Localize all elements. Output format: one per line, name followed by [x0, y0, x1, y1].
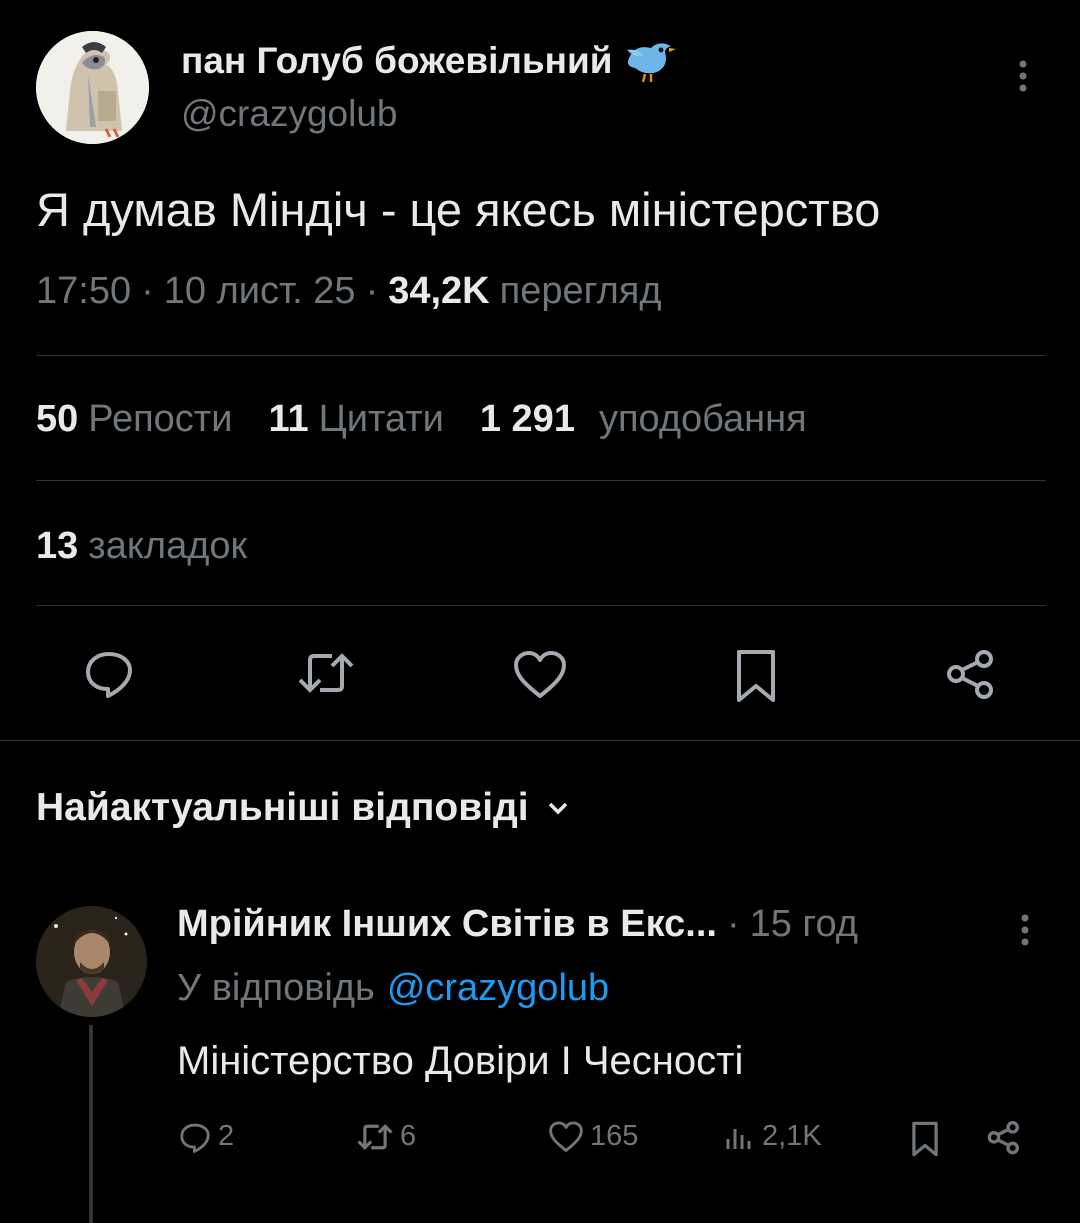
- bird-icon: [621, 36, 677, 86]
- more-icon[interactable]: [1012, 58, 1034, 98]
- bookmark-icon[interactable]: [910, 1120, 940, 1158]
- likes-stat[interactable]: 1 291 уподобання: [480, 398, 807, 441]
- reposts-stat[interactable]: 50 Репости: [36, 398, 232, 441]
- reply-views-button[interactable]: 2,1K: [724, 1120, 822, 1153]
- views-count: 34,2K: [388, 270, 490, 312]
- views-icon: [724, 1121, 756, 1153]
- divider: [36, 355, 1046, 356]
- reply-replies-count: 2: [218, 1120, 235, 1152]
- reply-repost-button[interactable]: 6: [356, 1120, 416, 1153]
- reply-reposts-count: 6: [400, 1120, 417, 1152]
- repost-icon: [356, 1121, 394, 1153]
- meta-separator: ·: [365, 270, 379, 312]
- tweet-meta: 17:50 · 10 лист. 25 · 34,2K перегляд: [36, 270, 662, 313]
- divider: [36, 605, 1046, 606]
- reply-icon: [178, 1121, 212, 1153]
- bookmarks-stat[interactable]: 13 закладок: [36, 525, 247, 568]
- reply-reply-button[interactable]: 2: [178, 1120, 234, 1153]
- author-avatar[interactable]: [36, 31, 149, 144]
- reply-prefix: У відповідь: [177, 967, 375, 1009]
- likes-count: 1 291: [479, 398, 575, 440]
- reply-avatar-image: [36, 906, 147, 1017]
- more-icon[interactable]: [1014, 912, 1036, 952]
- tweet-time[interactable]: 17:50: [36, 270, 131, 313]
- author-handle[interactable]: @crazygolub: [181, 93, 398, 135]
- like-icon: [548, 1120, 584, 1153]
- meta-separator: ·: [141, 270, 154, 312]
- share-icon[interactable]: [986, 1120, 1022, 1156]
- quotes-label: Цитати: [318, 398, 444, 440]
- reply-to-handle[interactable]: @crazygolub: [387, 967, 609, 1010]
- reply-avatar[interactable]: [36, 906, 147, 1017]
- author-display-name[interactable]: пан Голуб божевільний: [181, 40, 613, 82]
- pigeon-avatar-image: [36, 31, 149, 144]
- reposts-count: 50: [36, 398, 79, 440]
- replies-header-title: Найактуальніші відповіді: [36, 786, 529, 829]
- thread-line: [89, 1025, 93, 1223]
- tweet-date[interactable]: 10 лист. 25: [164, 270, 356, 313]
- likes-label: уподобання: [598, 398, 807, 440]
- chevron-down-icon: [547, 800, 569, 816]
- views-label: перегляд: [499, 270, 662, 312]
- engagement-stats: 50 Репости 11 Цитати 1 291 уподобання: [36, 398, 807, 441]
- repost-icon[interactable]: [296, 648, 356, 698]
- reply-likes-count: 165: [590, 1120, 639, 1152]
- reply-views-count: 2,1K: [762, 1120, 822, 1152]
- tweet-text: Я думав Міндіч - це якесь міністерство: [36, 183, 881, 236]
- bookmarks-count: 13: [36, 525, 79, 567]
- reposts-label: Репости: [88, 398, 233, 440]
- share-icon[interactable]: [944, 648, 998, 702]
- divider: [36, 480, 1046, 481]
- meta-separator: ·: [726, 903, 740, 945]
- divider: [0, 740, 1080, 741]
- reply-display-name[interactable]: Мрійник Інших Світів в Екс...: [177, 903, 717, 946]
- reply-context: У відповідь @crazygolub: [177, 967, 609, 1010]
- reply-icon[interactable]: [82, 648, 136, 698]
- quotes-count: 11: [268, 398, 309, 440]
- bookmark-icon[interactable]: [733, 648, 779, 704]
- bookmarks-label: закладок: [88, 525, 248, 567]
- replies-sort-toggle[interactable]: Найактуальніші відповіді: [36, 786, 569, 830]
- like-icon[interactable]: [512, 650, 568, 700]
- quotes-stat[interactable]: 11 Цитати: [268, 398, 443, 441]
- reply-age[interactable]: 15 год: [750, 903, 858, 946]
- reply-like-button[interactable]: 165: [548, 1120, 638, 1153]
- reply-text: Міністерство Довіри І Чесності: [177, 1039, 744, 1083]
